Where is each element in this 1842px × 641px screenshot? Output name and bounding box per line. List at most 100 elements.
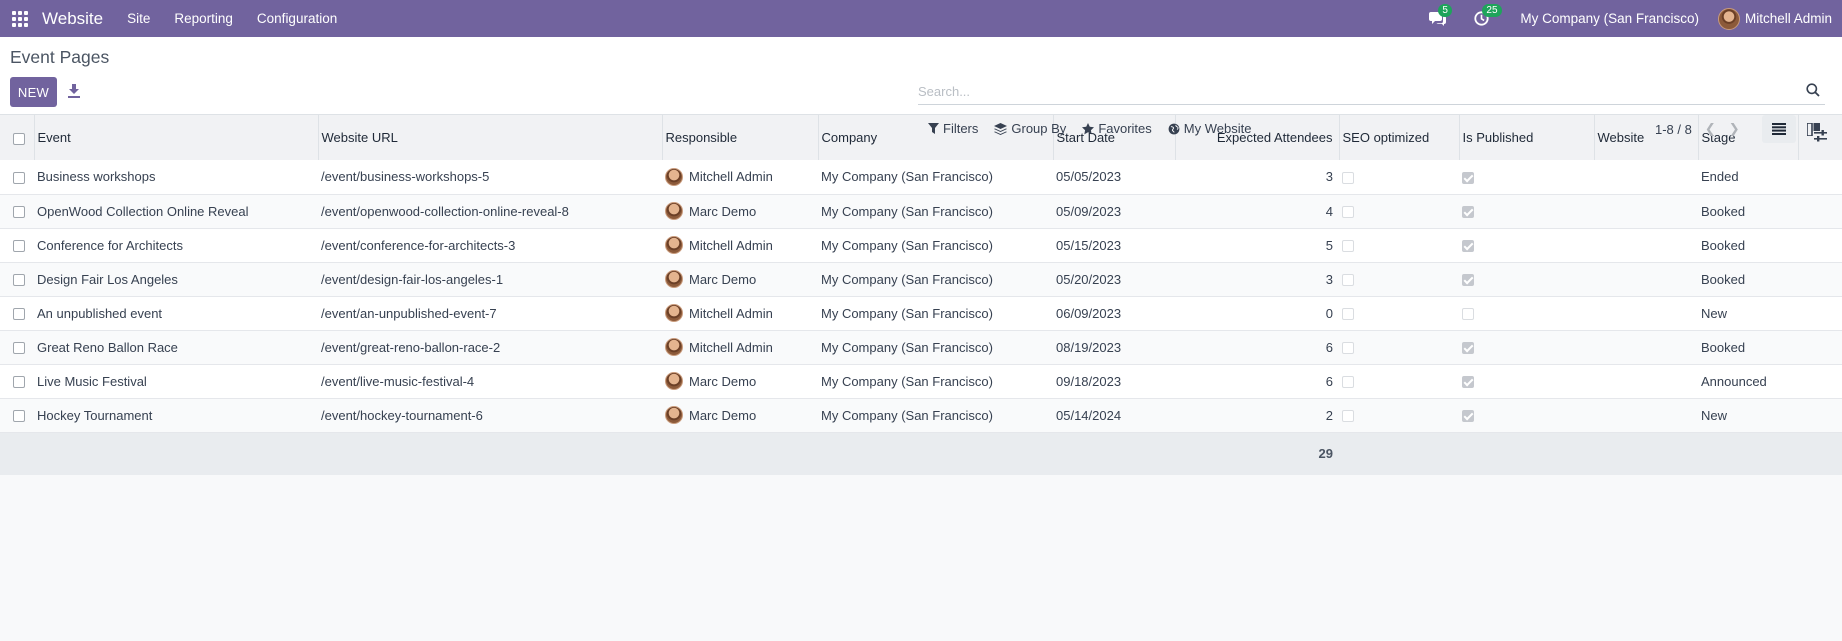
event-name[interactable]: Live Music Festival [34, 364, 318, 398]
start-date-cell[interactable]: 06/09/2023 [1053, 296, 1175, 330]
stage-cell[interactable]: Booked [1698, 194, 1798, 228]
attendees-cell[interactable]: 4 [1175, 194, 1339, 228]
attendees-cell[interactable]: 2 [1175, 398, 1339, 432]
search-input[interactable] [918, 77, 1825, 105]
download-icon[interactable] [68, 84, 80, 98]
col-is-published[interactable]: Is Published [1459, 115, 1595, 160]
start-date-cell[interactable]: 05/09/2023 [1053, 194, 1175, 228]
start-date-cell[interactable]: 05/15/2023 [1053, 228, 1175, 262]
responsible-cell[interactable]: Marc Demo [662, 398, 818, 432]
website-cell[interactable] [1594, 364, 1698, 398]
website-url[interactable]: /event/an-unpublished-event-7 [318, 296, 662, 330]
website-url[interactable]: /event/openwood-collection-online-reveal… [318, 194, 662, 228]
col-website-url[interactable]: Website URL [318, 115, 663, 160]
kanban-view-button[interactable] [1796, 115, 1830, 143]
responsible-cell[interactable]: Mitchell Admin [662, 296, 818, 330]
attendees-cell[interactable]: 6 [1175, 330, 1339, 364]
company-cell[interactable]: My Company (San Francisco) [818, 330, 1053, 364]
stage-cell[interactable]: Ended [1698, 160, 1798, 194]
event-name[interactable]: Design Fair Los Angeles [34, 262, 318, 296]
company-switcher[interactable]: My Company (San Francisco) [1520, 11, 1699, 26]
attendees-cell[interactable]: 6 [1175, 364, 1339, 398]
my-website-filter[interactable]: My Website [1168, 121, 1251, 136]
attendees-cell[interactable]: 5 [1175, 228, 1339, 262]
website-cell[interactable] [1594, 194, 1698, 228]
stage-cell[interactable]: Booked [1698, 330, 1798, 364]
apps-menu-icon[interactable] [12, 10, 28, 27]
website-url[interactable]: /event/business-workshops-5 [318, 160, 662, 194]
user-menu[interactable]: Mitchell Admin [1717, 7, 1832, 30]
start-date-cell[interactable]: 05/20/2023 [1053, 262, 1175, 296]
menu-reporting[interactable]: Reporting [174, 11, 233, 26]
row-checkbox[interactable] [13, 376, 25, 389]
table-row[interactable]: Live Music Festival/event/live-music-fes… [0, 364, 1842, 398]
website-cell[interactable] [1594, 330, 1698, 364]
company-cell[interactable]: My Company (San Francisco) [818, 398, 1053, 432]
company-cell[interactable]: My Company (San Francisco) [818, 296, 1053, 330]
website-url[interactable]: /event/hockey-tournament-6 [318, 398, 662, 432]
row-checkbox[interactable] [13, 240, 25, 253]
col-responsible[interactable]: Responsible [662, 115, 819, 160]
stage-cell[interactable]: Announced [1698, 364, 1798, 398]
website-cell[interactable] [1594, 398, 1698, 432]
table-row[interactable]: Business workshops/event/business-worksh… [0, 160, 1842, 194]
attendees-cell[interactable]: 3 [1175, 160, 1339, 194]
start-date-cell[interactable]: 05/14/2024 [1053, 398, 1175, 432]
responsible-cell[interactable]: Marc Demo [662, 194, 818, 228]
responsible-cell[interactable]: Mitchell Admin [662, 330, 818, 364]
group-by-button[interactable]: Group By [994, 121, 1066, 136]
company-cell[interactable]: My Company (San Francisco) [818, 160, 1053, 194]
pager-prev-icon[interactable]: ❮ [1705, 121, 1716, 137]
company-cell[interactable]: My Company (San Francisco) [818, 194, 1053, 228]
start-date-cell[interactable]: 05/05/2023 [1053, 160, 1175, 194]
col-seo-optimized[interactable]: SEO optimized [1339, 115, 1460, 160]
website-url[interactable]: /event/live-music-festival-4 [318, 364, 662, 398]
pager-value[interactable]: 1-8 / 8 [1655, 122, 1692, 137]
table-row[interactable]: Hockey Tournament/event/hockey-tournamen… [0, 398, 1842, 432]
new-button[interactable]: NEW [10, 77, 57, 107]
stage-cell[interactable]: New [1698, 296, 1798, 330]
search-icon[interactable] [1806, 83, 1820, 97]
list-view-button[interactable] [1762, 115, 1796, 143]
event-name[interactable]: Hockey Tournament [34, 398, 318, 432]
stage-cell[interactable]: Booked [1698, 262, 1798, 296]
website-cell[interactable] [1594, 160, 1698, 194]
company-cell[interactable]: My Company (San Francisco) [818, 228, 1053, 262]
event-name[interactable]: Business workshops [34, 160, 318, 194]
website-cell[interactable] [1594, 228, 1698, 262]
attendees-cell[interactable]: 0 [1175, 296, 1339, 330]
favorites-button[interactable]: Favorites [1082, 121, 1152, 136]
app-brand[interactable]: Website [42, 9, 103, 29]
menu-site[interactable]: Site [127, 11, 150, 26]
responsible-cell[interactable]: Mitchell Admin [662, 160, 818, 194]
activities-button[interactable]: 25 [1470, 3, 1502, 30]
row-checkbox[interactable] [13, 171, 25, 184]
table-row[interactable]: Conference for Architects/event/conferen… [0, 228, 1842, 262]
website-cell[interactable] [1594, 262, 1698, 296]
menu-configuration[interactable]: Configuration [257, 11, 337, 26]
row-checkbox[interactable] [13, 410, 25, 423]
row-checkbox[interactable] [13, 274, 25, 287]
responsible-cell[interactable]: Mitchell Admin [662, 228, 818, 262]
responsible-cell[interactable]: Marc Demo [662, 262, 818, 296]
table-row[interactable]: OpenWood Collection Online Reveal/event/… [0, 194, 1842, 228]
stage-cell[interactable]: Booked [1698, 228, 1798, 262]
col-event[interactable]: Event [34, 115, 319, 160]
start-date-cell[interactable]: 08/19/2023 [1053, 330, 1175, 364]
row-checkbox[interactable] [13, 206, 25, 219]
company-cell[interactable]: My Company (San Francisco) [818, 262, 1053, 296]
table-row[interactable]: An unpublished event/event/an-unpublishe… [0, 296, 1842, 330]
filters-button[interactable]: Filters [928, 121, 978, 136]
event-name[interactable]: Conference for Architects [34, 228, 318, 262]
messages-button[interactable]: 5 [1426, 3, 1452, 30]
row-checkbox[interactable] [13, 308, 25, 321]
row-checkbox[interactable] [13, 342, 25, 355]
table-row[interactable]: Great Reno Ballon Race/event/great-reno-… [0, 330, 1842, 364]
responsible-cell[interactable]: Marc Demo [662, 364, 818, 398]
table-row[interactable]: Design Fair Los Angeles/event/design-fai… [0, 262, 1842, 296]
start-date-cell[interactable]: 09/18/2023 [1053, 364, 1175, 398]
company-cell[interactable]: My Company (San Francisco) [818, 364, 1053, 398]
website-url[interactable]: /event/conference-for-architects-3 [318, 228, 662, 262]
pager-next-icon[interactable]: ❯ [1729, 121, 1740, 137]
website-cell[interactable] [1594, 296, 1698, 330]
